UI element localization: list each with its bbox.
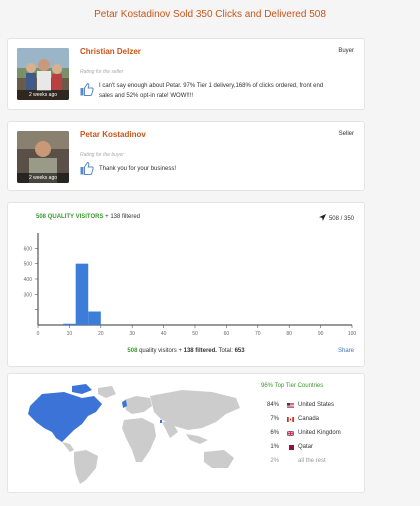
review-text-line: sales and 52% opt-in rate! WOW!!!! [99,93,194,99]
summary-mid: quality visitors + [139,348,182,354]
reviewer-name[interactable]: Christian Delzer [80,47,141,56]
x-tick-label: 30 [129,331,135,337]
x-tick-label: 20 [98,331,104,337]
chart-bar [75,263,89,325]
summary-total: 653 [234,348,245,354]
map-qatar [160,420,162,423]
map-arctic [72,384,92,394]
y-tick-label: 600 [24,246,33,252]
country-row: 6% United Kingdom [261,430,361,440]
country-row: 7% Canada [261,416,361,426]
x-tick-label: 0 [37,331,40,337]
summary-filtered: 138 filtered. [183,348,217,354]
avatar-caption: 2 weeks ago [17,90,69,100]
filtered-count: + 138 filtered [105,214,141,220]
x-tick-label: 40 [161,331,167,337]
thumbs-up-icon [80,162,94,175]
map-africa [122,418,156,462]
country-pct: 6% [270,430,279,436]
x-tick-label: 70 [255,331,261,337]
map-australia [204,450,234,468]
flag-us-icon [287,403,294,408]
thumbs-up-icon [80,83,94,96]
x-tick-label: 100 [348,331,357,337]
map-europe [124,396,152,414]
chart-bar [63,323,76,325]
avatar[interactable]: 2 weeks ago [17,131,69,183]
country-name: United Kingdom [298,430,341,436]
country-row: 1% Qatar [261,444,361,454]
summary-quality: 508 [127,348,138,354]
country-name: Qatar [298,444,314,450]
reviewer-role: Seller [338,131,354,137]
review-card-buyer: 2 weeks ago Christian Delzer Buyer Ratin… [7,38,365,110]
x-tick-label: 80 [286,331,292,337]
countries-card: 96% Top Tier Countries 84% United States… [7,373,365,493]
page-title: Petar Kostadinov Sold 350 Clicks and Del… [94,9,326,20]
reviewer-name[interactable]: Petar Kostadinov [80,130,146,139]
quality-count: 508 [36,214,47,220]
x-tick-label: 10 [67,331,73,337]
y-tick-label: 400 [24,277,33,283]
review-text: Thank you for your business! [99,164,354,174]
flag-ca-icon [287,417,294,422]
stats-summary: 508 quality visitors + 138 filtered. Tot… [8,348,364,354]
rating-label: Rating for the seller [80,69,124,75]
y-tick-label: 300 [24,292,33,298]
map-north-america [28,392,102,442]
avatar-caption: 2 weeks ago [17,173,69,183]
country-name: all the rest [298,458,326,464]
avatar[interactable]: 2 weeks ago [17,48,69,100]
delivery-counter-value: 508 / 350 [328,216,354,222]
map-indonesia [186,434,208,444]
flag-uk-icon [287,431,294,436]
countries-title: 96% Top Tier Countries [261,383,324,389]
chart-bar [88,311,101,325]
map-central-america [62,442,74,452]
review-text-line: Thank you for your business! [99,166,177,172]
country-row: 84% United States [261,402,361,412]
country-pct: 84% [266,402,279,408]
country-name: Canada [298,416,320,422]
country-pct: 2% [270,458,279,464]
x-tick-label: 90 [318,331,324,337]
country-pct: 1% [270,444,279,450]
country-name: United States [298,402,335,408]
review-text: I can't say enough about Petar. 97% Tier… [99,81,354,101]
flag-qa-icon [287,445,294,450]
x-tick-label: 60 [224,331,230,337]
x-tick-label: 50 [192,331,198,337]
delivery-counter: 508 / 350 [318,214,354,222]
country-pct: 7% [270,416,279,422]
share-link[interactable]: Share [338,348,354,354]
reviewer-role: Buyer [338,48,354,54]
stats-card: 508 QUALITY VISITORS + 138 filtered 508 … [7,202,365,367]
review-text-line: I can't say enough about Petar. 97% Tier… [99,83,324,89]
chart-legend: 508 QUALITY VISITORS + 138 filtered [36,214,140,220]
location-arrow-icon [318,214,326,221]
country-row: 2% all the rest [261,458,361,468]
quality-label: QUALITY VISITORS [47,214,104,220]
visitors-chart: 300 400 500 600 0 10 20 30 40 50 60 70 80 90 100 [24,233,357,337]
summary-total-label: Total: [218,348,233,354]
world-map[interactable] [12,378,252,488]
map-south-america [74,450,98,484]
y-tick-label: 500 [24,262,33,268]
rating-label: Rating for the buyer [80,152,124,158]
map-greenland [98,386,116,398]
review-card-seller: 2 weeks ago Petar Kostadinov Seller Rati… [7,121,365,191]
